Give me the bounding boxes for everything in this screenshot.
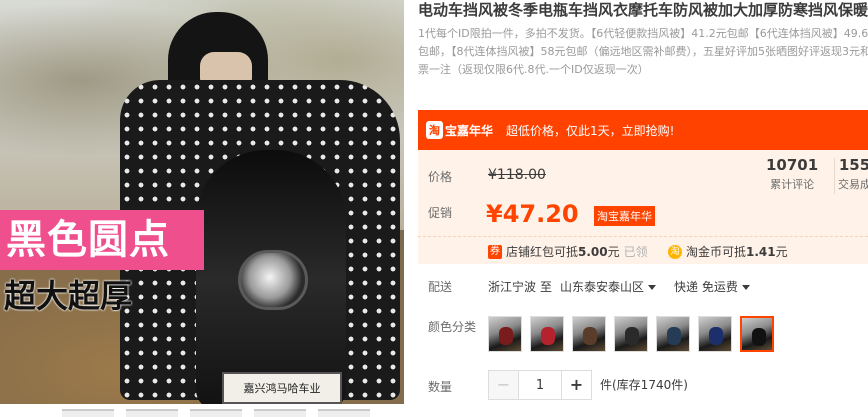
quantity-row: 数量 − + 件(库存1740件): [418, 370, 868, 402]
shipping-label: 配送: [428, 280, 453, 294]
color-swatch[interactable]: [488, 316, 522, 352]
increase-button[interactable]: +: [561, 371, 591, 399]
decrease-button[interactable]: −: [489, 371, 519, 399]
color-swatch[interactable]: [572, 316, 606, 352]
taobao-coin[interactable]: 淘 淘金币可抵 1.41 元: [668, 243, 788, 260]
thumbnail[interactable]: [190, 409, 242, 417]
redpacket-amount: 5.00: [578, 244, 608, 259]
destination-select[interactable]: 山东泰安泰山区: [560, 278, 657, 295]
swatch-image: [752, 328, 766, 346]
thumbnail-strip: [62, 409, 382, 417]
product-detail-panel: 电动车挡风被冬季电瓶车挡风衣摩托车防风被加大加厚防寒挡风保暖 1代每个ID限拍一…: [418, 0, 868, 417]
sales-label: 交易成: [838, 178, 868, 191]
quantity-label: 数量: [428, 380, 453, 394]
price-box: 价格 ¥118.00 促销 ¥47.20 淘宝嘉年华 10701 累计评论 15…: [418, 150, 868, 264]
swatch-image: [709, 327, 723, 345]
stat-divider: [834, 158, 835, 194]
color-label: 颜色分类: [428, 320, 477, 334]
chevron-down-icon: [648, 285, 657, 290]
ship-method-select[interactable]: 快递 免运费: [674, 278, 750, 295]
swatch-image: [625, 327, 639, 345]
redpacket-status: 已领: [623, 245, 648, 259]
product-gallery: 嘉兴鸿马哈车业 黑色圆点 超大超厚: [0, 0, 404, 417]
reviews-label: 累计评论: [770, 178, 815, 191]
sales-stat[interactable]: 155 交易成: [838, 156, 868, 192]
thumbnail[interactable]: [318, 409, 370, 417]
destination-value: 山东泰安泰山区: [560, 280, 645, 294]
color-swatch[interactable]: [698, 316, 732, 352]
quantity-input[interactable]: [519, 371, 561, 399]
coin-icon: 淘: [668, 244, 682, 259]
redpacket-unit: 元: [607, 245, 620, 259]
reviews-count: 10701: [766, 156, 819, 174]
stock-text: 件(库存1740件): [600, 378, 688, 392]
color-swatch-selected[interactable]: [740, 316, 774, 352]
ship-to-word: 至: [540, 280, 553, 294]
thumbnail[interactable]: [254, 409, 306, 417]
taobao-carnival-logo: 淘 宝嘉年华: [426, 119, 498, 141]
promo-text: 超低价格，仅此1天，立即抢购!: [506, 123, 675, 138]
taobao-logo-icon: 淘: [426, 121, 443, 139]
swatch-image: [499, 327, 513, 345]
color-swatch[interactable]: [614, 316, 648, 352]
coupon-row: 券 店铺红包可抵 5.00 元 已领 淘 淘金币可抵 1.41 元: [418, 236, 868, 264]
reviews-stat[interactable]: 10701 累计评论: [766, 156, 818, 192]
price-label: 价格: [428, 170, 453, 184]
sale-price: ¥47.20: [486, 200, 579, 228]
chevron-down-icon: [741, 285, 750, 290]
redpacket-icon: 券: [488, 244, 502, 259]
thumbnail[interactable]: [126, 409, 178, 417]
promo-banner[interactable]: 淘 宝嘉年华 超低价格，仅此1天，立即抢购!: [418, 110, 868, 150]
swatch-image: [583, 327, 597, 345]
ship-method-value: 快递 免运费: [674, 280, 738, 294]
photo-plate-text: 嘉兴鸿马哈车业: [243, 382, 321, 395]
swatch-image: [541, 327, 555, 345]
product-subtitle: 1代每个ID限拍一件，多拍不发货。【6代轻便款挡风被】41.2元包邮【6代连体挡…: [418, 27, 868, 76]
store-redpacket[interactable]: 券 店铺红包可抵 5.00 元 已领: [488, 243, 648, 260]
original-price: ¥118.00: [488, 167, 546, 183]
ship-from: 浙江宁波: [488, 280, 537, 294]
color-options-row: 颜色分类: [418, 312, 868, 356]
sale-badge: 淘宝嘉年华: [594, 206, 655, 226]
product-title: 电动车挡风被冬季电瓶车挡风衣摩托车防风被加大加厚防寒挡风保暖: [418, 1, 868, 19]
color-swatch[interactable]: [656, 316, 690, 352]
coin-text: 淘金币可抵: [686, 245, 747, 259]
shipping-row: 配送 浙江宁波 至 山东泰安泰山区 快递 免运费: [418, 276, 868, 296]
carnival-logo-text: 宝嘉年华: [445, 123, 494, 138]
swatch-image: [667, 327, 681, 345]
overlay-sub-text: 超大超厚: [4, 277, 133, 315]
redpacket-text: 店铺红包可抵: [506, 245, 579, 259]
sales-count: 155: [838, 156, 868, 174]
photo-headlight: [238, 250, 308, 310]
quantity-stepper: − +: [488, 370, 592, 400]
color-swatch[interactable]: [530, 316, 564, 352]
coin-amount: 1.41: [746, 244, 776, 259]
thumbnail[interactable]: [62, 409, 114, 417]
sale-label: 促销: [428, 206, 453, 220]
coin-unit: 元: [775, 245, 788, 259]
main-product-photo[interactable]: 嘉兴鸿马哈车业 黑色圆点 超大超厚: [0, 0, 404, 404]
overlay-label-text: 黑色圆点: [6, 217, 170, 263]
